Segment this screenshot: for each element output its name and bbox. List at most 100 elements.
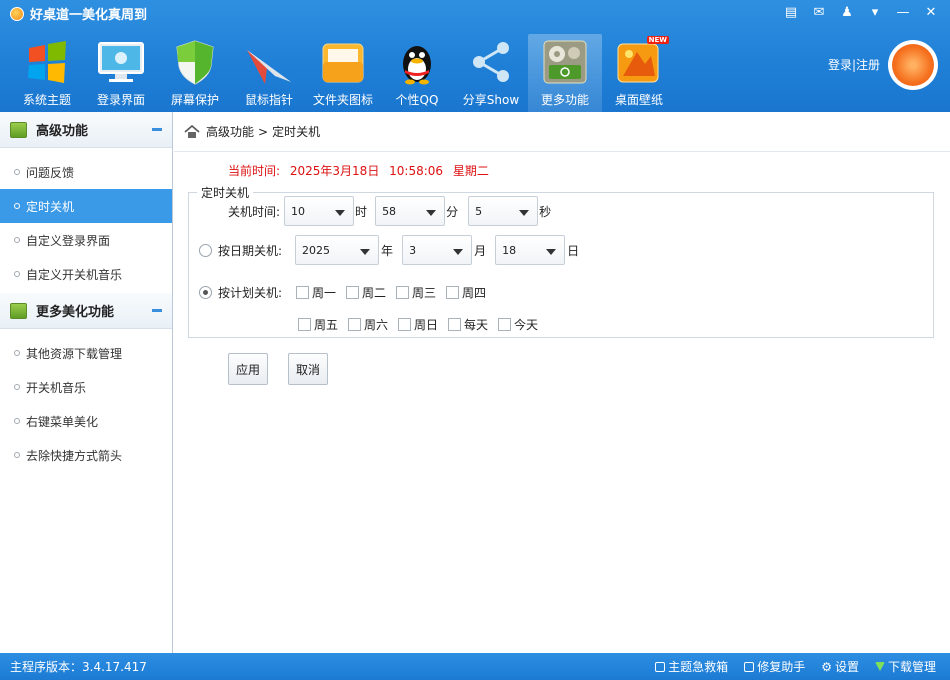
sidebar-item-custom-music[interactable]: 自定义开关机音乐 [0,257,172,291]
bullet-icon [14,350,20,356]
day-checkbox-everyday[interactable]: 每天 [448,316,498,333]
checkbox-label: 周二 [362,286,387,300]
day-checkbox-mon[interactable]: 周一 [296,284,346,301]
sidebar-item-feedback[interactable]: 问题反馈 [0,155,172,189]
checkbox-icon [398,318,411,331]
login-register-link[interactable]: 登录|注册 [828,56,880,73]
tool-label: 个性QQ [395,93,439,107]
chevron-down-icon [426,210,437,216]
sidebar-item-label: 右键菜单美化 [26,414,99,429]
repair-helper-link[interactable]: 修复助手 [744,658,805,675]
collapse-icon[interactable] [152,309,162,312]
current-weekday: 星期二 [452,164,489,178]
second-unit: 秒 [539,204,552,219]
by-date-label: 按日期关机: [218,243,283,258]
day-checkbox-tue[interactable]: 周二 [346,284,396,301]
tool-qq[interactable]: 个性QQ [380,34,454,112]
day-checkbox-fri[interactable]: 周五 [298,316,348,333]
second-select[interactable]: 5 [468,196,539,226]
checkbox-label: 周三 [412,286,437,300]
tool-login-screen[interactable]: 登录界面 [84,34,158,112]
home-icon[interactable] [184,124,200,139]
by-plan-radio[interactable] [199,286,212,299]
sidebar-item-remove-arrow[interactable]: 去除快捷方式箭头 [0,438,172,472]
checkbox-icon [348,318,361,331]
current-time: 当前时间: 2025年3月18日 10:58:06 星期二 [228,162,495,179]
checkbox-icon [298,318,311,331]
cancel-button[interactable]: 取消 [288,353,328,385]
sidebar-item-context-menu[interactable]: 右键菜单美化 [0,404,172,438]
download-manager-link[interactable]: 下载管理 [874,658,936,675]
settings-link[interactable]: ⚙ 设置 [821,658,859,675]
sidebar-item-custom-login[interactable]: 自定义登录界面 [0,223,172,257]
checkbox-label: 周一 [312,286,337,300]
sidebar-section-more[interactable]: 更多美化功能 [0,293,172,329]
close-button[interactable]: ✕ [920,2,942,22]
day-select[interactable]: 18 [495,235,566,265]
avatar-image [892,44,934,86]
shirt-icon[interactable]: ♟ [836,2,858,22]
skin-icon[interactable]: ▤ [780,2,802,22]
bullet-icon [14,203,20,209]
checkbox-label: 周五 [314,318,339,332]
year-unit: 年 [381,243,394,258]
rescue-icon [655,661,666,672]
checkbox-label: 周日 [414,318,439,332]
minute-unit: 分 [446,204,459,219]
chevron-down-icon [519,210,530,216]
chevron-down-icon [546,249,557,255]
day-unit: 日 [567,243,580,258]
minimize-button[interactable]: — [892,2,914,22]
version-text: 主程序版本：3.4.17.417 [10,660,147,674]
sidebar-item-label: 去除快捷方式箭头 [26,448,123,463]
sidebar-section-advanced[interactable]: 高级功能 [0,112,172,148]
year-select[interactable]: 2025 [295,235,380,265]
hour-select[interactable]: 10 [284,196,355,226]
month-select[interactable]: 3 [402,235,473,265]
day-checkbox-today[interactable]: 今天 [498,316,548,333]
checkbox-label: 周六 [364,318,389,332]
tool-wallpaper[interactable]: NEW 桌面壁纸 [602,34,676,112]
bullet-icon [14,384,20,390]
avatar[interactable] [888,40,938,90]
current-clock: 10:58:06 [389,164,444,178]
sidebar-item-label: 自定义开关机音乐 [26,267,123,282]
sidebar-item-timed-shutdown[interactable]: 定时关机 [0,189,172,223]
collapse-icon[interactable] [152,128,162,131]
by-plan-label: 按计划关机: [218,286,283,300]
app-title: 好桌道一美化真周到 [30,8,148,23]
tool-share-show[interactable]: 分享Show [454,34,528,112]
minute-select[interactable]: 58 [375,196,446,226]
current-date: 2025年3月18日 [289,164,380,178]
tool-folder-icons[interactable]: 文件夹图标 [306,34,380,112]
status-bar: 主程序版本：3.4.17.417 主题急救箱 修复助手 ⚙ 设置 下载管理 [0,653,950,680]
menu-down-icon[interactable]: ▾ [864,2,886,22]
breadcrumb-root[interactable]: 高级功能 [206,123,254,140]
tool-system-theme[interactable]: 系统主题 [10,34,84,112]
day-checkbox-thu[interactable]: 周四 [446,284,496,301]
breadcrumb-current: 定时关机 [272,125,321,139]
current-time-label: 当前时间: [228,164,281,178]
download-icon [874,662,885,671]
bullet-icon [14,271,20,277]
tool-more-features[interactable]: 更多功能 [528,34,602,112]
chevron-down-icon [335,210,346,216]
by-date-row: 按日期关机: 2025 年 3 月 18 日 [199,235,581,265]
apply-button[interactable]: 应用 [228,353,268,385]
day-checkbox-wed[interactable]: 周三 [396,284,446,301]
shutdown-time-label: 关机时间: [228,204,281,219]
gear-tools-icon [541,38,589,86]
message-icon[interactable]: ✉ [808,2,830,22]
tool-screensaver[interactable]: 屏幕保护 [158,34,232,112]
wallpaper-icon: NEW [615,36,669,86]
top-toolbar: 好桌道一美化真周到 ▤ ✉ ♟ ▾ — ✕ 系统主题 登录界面 屏幕保护 鼠标指… [0,0,950,112]
day-checkbox-sat[interactable]: 周六 [348,316,398,333]
second-value: 5 [475,204,483,218]
day-checkbox-sun[interactable]: 周日 [398,316,448,333]
tool-mouse-pointer[interactable]: 鼠标指针 [232,34,306,112]
by-date-radio[interactable] [199,243,212,257]
theme-rescue-link[interactable]: 主题急救箱 [655,658,728,675]
sidebar-item-startup-music[interactable]: 开关机音乐 [0,370,172,404]
checkbox-icon [498,318,511,331]
sidebar-item-resource-download[interactable]: 其他资源下载管理 [0,336,172,370]
